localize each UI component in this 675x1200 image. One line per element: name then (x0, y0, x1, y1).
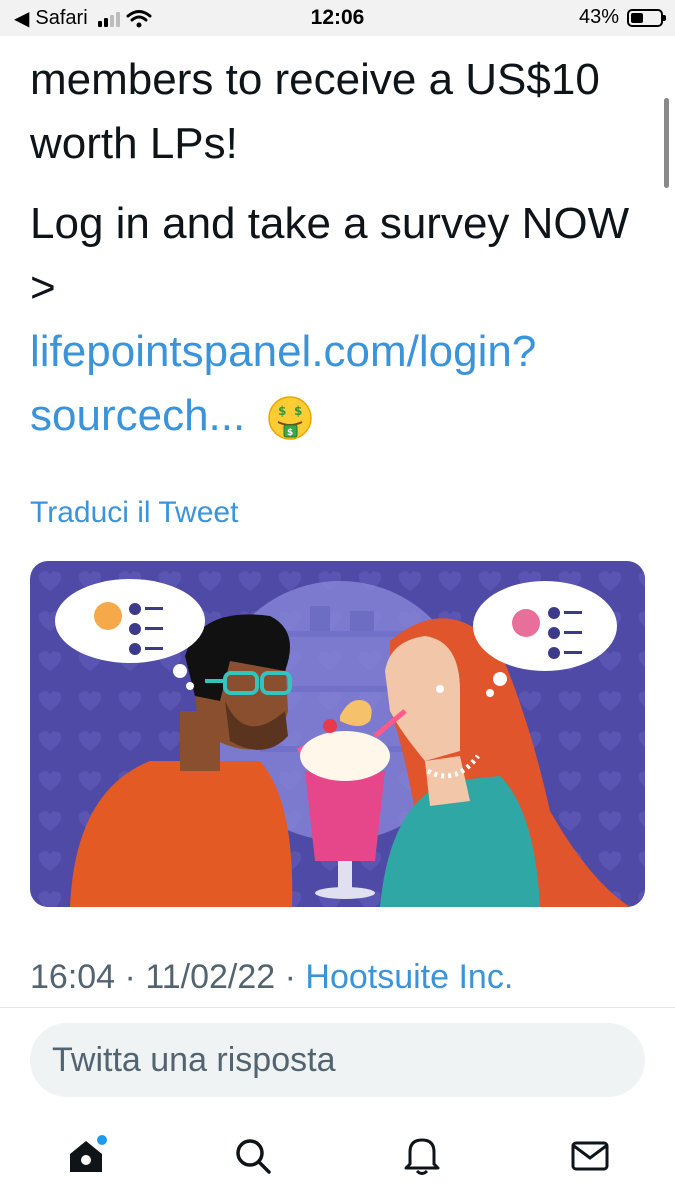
tab-search[interactable] (229, 1132, 277, 1180)
tweet-time: 16:04 (30, 958, 116, 996)
status-bar: ◀ Safari 12:06 43% (0, 0, 675, 36)
tweet-paragraph-offer: members to receive a US$10 worth LPs! (30, 55, 600, 168)
translate-tweet-link[interactable]: Traduci il Tweet (30, 496, 238, 530)
svg-text:$: $ (294, 404, 302, 418)
svg-text:$: $ (287, 428, 293, 438)
scrollbar[interactable] (664, 98, 669, 188)
svg-text:$: $ (278, 404, 286, 418)
milkshake-date-illustration (30, 561, 645, 907)
tweet-meta: 16:04 · 11/02/22 · Hootsuite Inc. (30, 958, 513, 997)
tweet-cta-text: Log in and take a survey NOW > (30, 199, 630, 312)
battery-icon (627, 8, 666, 27)
reply-input[interactable]: Twitta una risposta (30, 1023, 645, 1097)
tab-messages[interactable] (566, 1132, 614, 1180)
reply-placeholder: Twitta una risposta (52, 1040, 336, 1079)
status-time: 12:06 (310, 6, 365, 29)
search-icon (236, 1139, 271, 1174)
messages-icon (571, 1141, 609, 1171)
divider (0, 1007, 675, 1008)
tab-notifications[interactable] (398, 1132, 446, 1180)
battery-percent: 43% (578, 6, 619, 28)
battery-status: 43% (578, 6, 666, 29)
tweet-date: 11/02/22 (145, 958, 276, 996)
meta-separator: · (284, 958, 296, 996)
home-icon (70, 1135, 107, 1172)
bottom-tab-bar (0, 1118, 675, 1200)
tweet-paragraph-cta: Log in and take a survey NOW > lifepoint… (30, 192, 640, 448)
meta-separator: · (124, 958, 136, 996)
tweet-media-image[interactable] (30, 561, 645, 907)
tweet-source-link[interactable]: Hootsuite Inc. (305, 958, 513, 996)
tweet-text: members to receive a US$10 worth LPs! Lo… (30, 36, 640, 448)
money-mouth-face-icon: $ $ $ (268, 396, 313, 441)
tab-home[interactable] (62, 1132, 110, 1180)
notifications-icon (404, 1138, 440, 1175)
